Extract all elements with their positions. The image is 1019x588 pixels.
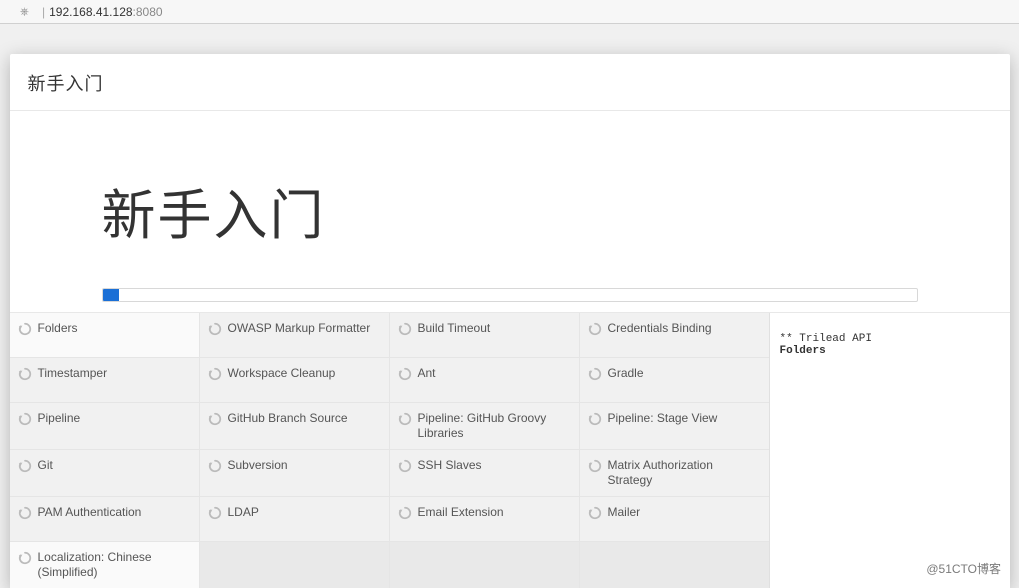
address-host: 192.168.41.128 [49,5,132,19]
plugin-cell: Ant [390,358,579,402]
plugin-cell: Build Timeout [390,313,579,357]
modal-title: 新手入门 [28,74,104,94]
plugin-cell: Localization: Chinese (Simplified) [10,542,199,588]
install-progress [102,288,918,302]
spinner-icon [208,412,222,426]
plugin-cell: Git [10,450,199,496]
plugin-label: Pipeline: Stage View [608,411,718,426]
plugin-cell: Workspace Cleanup [200,358,389,402]
plugin-cell: GitHub Branch Source [200,403,389,449]
plugin-label: OWASP Markup Formatter [228,321,371,336]
plugin-cell: SSH Slaves [390,450,579,496]
spinner-icon [588,367,602,381]
spinner-icon [398,322,412,336]
hero: 新手入门 [10,111,1010,270]
plugin-cell: PAM Authentication [10,497,199,541]
plugin-cell: Pipeline: GitHub Groovy Libraries [390,403,579,449]
plugin-cell: Folders [10,313,199,357]
plugin-label: Gradle [608,366,644,381]
modal-header: 新手入门 [10,54,1010,111]
spinner-icon [18,367,32,381]
plugin-cell: OWASP Markup Formatter [200,313,389,357]
plugin-cell: Pipeline [10,403,199,449]
plugin-grid: Folders OWASP Markup Formatter Build Timeo… [10,313,770,588]
plugin-label: Timestamper [38,366,108,381]
spinner-icon [208,322,222,336]
address-bar[interactable]: ⎈ | 192.168.41.128:8080 [0,0,1019,24]
spinner-icon [398,412,412,426]
spinner-icon [18,322,32,336]
plugin-label: Matrix Authorization Strategy [608,458,761,488]
plugin-label: GitHub Branch Source [228,411,348,426]
log-line: Folders [780,345,826,357]
install-progress-bar [103,289,119,301]
plugin-label: Workspace Cleanup [228,366,336,381]
plugin-cell: Email Extension [390,497,579,541]
spinner-icon [18,459,32,473]
plugin-cell: Matrix Authorization Strategy [580,450,769,496]
plugin-label: SSH Slaves [418,458,482,473]
spinner-icon [588,412,602,426]
plugin-label: Pipeline [38,411,81,426]
plugin-cell: Mailer [580,497,769,541]
spinner-icon [208,367,222,381]
plugin-cell: Credentials Binding [580,313,769,357]
plugin-cell: Subversion [200,450,389,496]
address-port: :8080 [133,5,163,19]
plugin-label: LDAP [228,505,259,520]
plugin-cell [390,542,579,588]
spinner-icon [398,459,412,473]
spinner-icon [18,506,32,520]
plugin-label: Mailer [608,505,641,520]
spinner-icon [18,412,32,426]
plugin-label: Build Timeout [418,321,491,336]
plugin-label: Folders [38,321,78,336]
plugin-cell: Pipeline: Stage View [580,403,769,449]
plugin-label: Email Extension [418,505,504,520]
spinner-icon [398,506,412,520]
hero-title: 新手入门 [102,171,1010,250]
watermark: @51CTO博客 [926,560,1001,577]
plugin-label: Ant [418,366,436,381]
plugin-label: Credentials Binding [608,321,712,336]
plugin-cell: Gradle [580,358,769,402]
plugin-cell [200,542,389,588]
spinner-icon [398,367,412,381]
security-icon: ⎈ [20,6,32,18]
spinner-icon [588,322,602,336]
separator: | [42,5,45,19]
plugin-label: Subversion [228,458,288,473]
setup-wizard-modal: 新手入门 新手入门 Folders OWASP Markup Formatter B… [10,54,1010,588]
spinner-icon [208,459,222,473]
plugin-cell [580,542,769,588]
spinner-icon [208,506,222,520]
plugin-label: PAM Authentication [38,505,142,520]
log-line: ** Trilead API [780,333,872,345]
spinner-icon [588,459,602,473]
plugin-cell: LDAP [200,497,389,541]
spinner-icon [588,506,602,520]
plugin-cell: Timestamper [10,358,199,402]
install-log: ** Trilead API Folders [770,313,1010,588]
plugin-label: Localization: Chinese (Simplified) [38,550,191,580]
plugin-label: Git [38,458,53,473]
spinner-icon [18,551,32,565]
plugin-label: Pipeline: GitHub Groovy Libraries [418,411,571,441]
